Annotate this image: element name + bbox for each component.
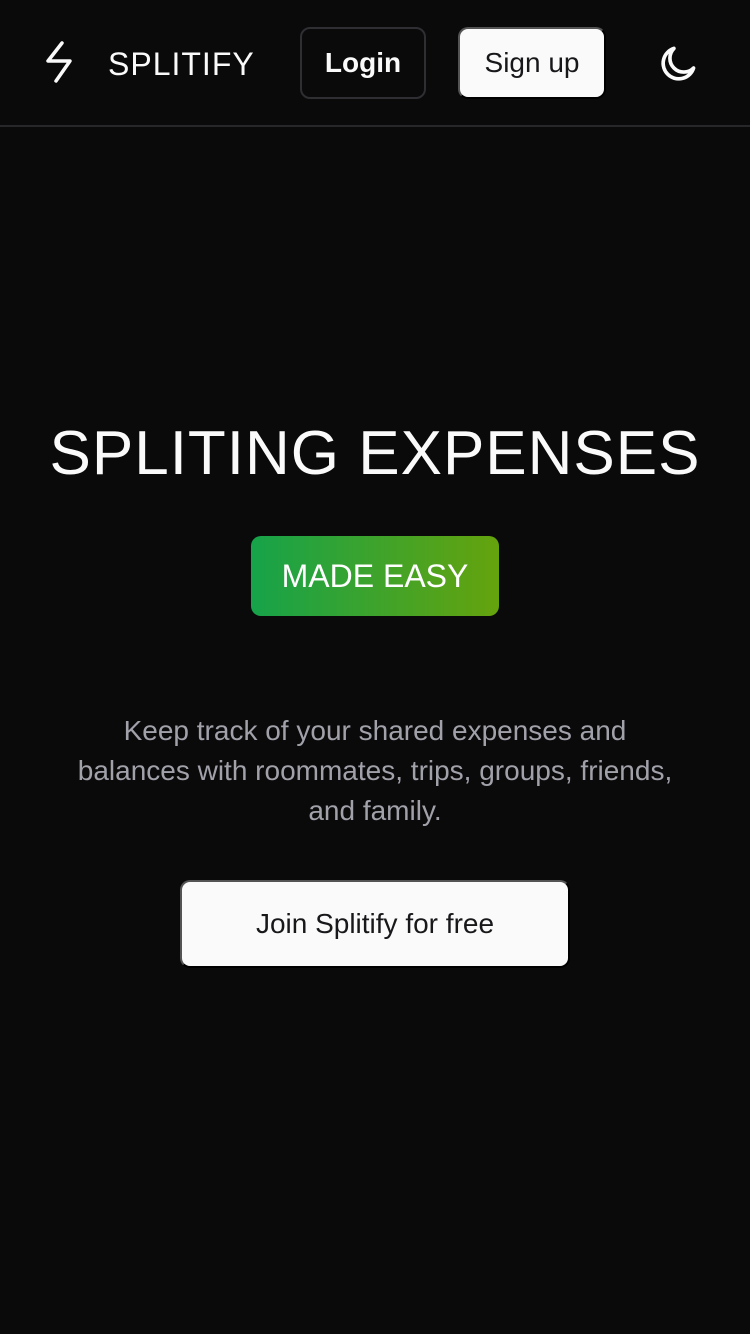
theme-toggle-button[interactable] [654, 40, 702, 88]
landing-page: SPLITIFY Login Sign up SPLITING EXPENSES… [0, 0, 750, 1334]
signup-button[interactable]: Sign up [458, 27, 606, 99]
bolt-icon [46, 41, 72, 83]
top-navbar: SPLITIFY Login Sign up [0, 0, 750, 127]
moon-icon [661, 46, 696, 81]
hero-description: Keep track of your shared expenses and b… [77, 715, 673, 826]
login-button[interactable]: Login [300, 27, 426, 99]
hero-badge: MADE EASY [251, 536, 499, 616]
hero-title: SPLITING EXPENSES [49, 419, 701, 488]
brand-link[interactable]: SPLITIFY [40, 37, 255, 91]
join-free-button[interactable]: Join Splitify for free [180, 880, 570, 968]
brand-name: SPLITIFY [108, 45, 255, 82]
